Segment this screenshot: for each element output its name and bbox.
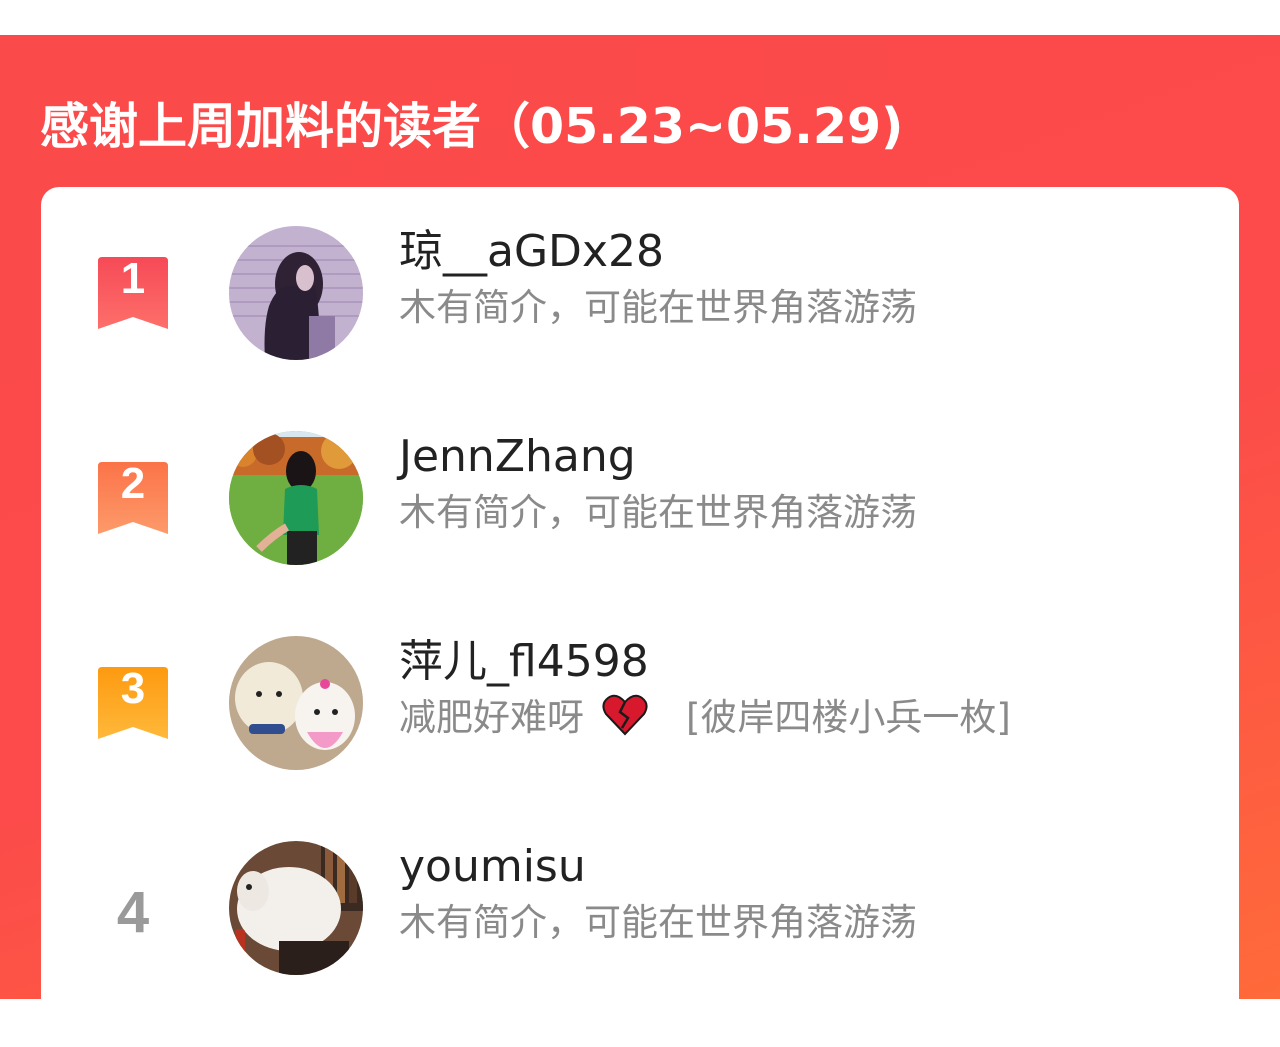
rank-ribbon-badge: 1 <box>98 257 168 329</box>
bio-tag: [彼岸四楼小兵一枚] <box>686 696 1011 739</box>
reader-row[interactable]: 4 youmisu 木有简介，可能在世界角落游荡 <box>41 835 1239 975</box>
avatar-dogs-image <box>229 636 363 770</box>
broken-heart-icon <box>602 694 648 736</box>
reader-row[interactable]: 1 琼__aGDx28 木有简介，可能在世界角落游荡 <box>41 220 1239 360</box>
top-strip <box>0 0 1280 35</box>
reader-name[interactable]: youmisu <box>399 839 586 895</box>
reader-bio: 木有简介，可能在世界角落游荡 <box>399 286 917 329</box>
rank-number: 1 <box>120 254 146 303</box>
avatar-white-dog-image <box>229 841 363 975</box>
reader-bio: 减肥好难呀 [彼岸四楼小兵一枚] <box>399 694 1011 742</box>
thanks-banner: 感谢上周加料的读者（05.23~05.29) 1 琼__aGDx28 木有简介，… <box>0 35 1280 1047</box>
avatar-girl-purple-image <box>229 226 363 360</box>
reader-name[interactable]: 琼__aGDx28 <box>399 224 664 280</box>
banner-title: 感谢上周加料的读者（05.23~05.29) <box>40 98 904 155</box>
rank-ribbon-badge: 2 <box>98 462 168 534</box>
rank-number: 2 <box>120 459 146 508</box>
reader-list-card: 1 琼__aGDx28 木有简介，可能在世界角落游荡 2 JennZhang 木… <box>41 187 1239 1047</box>
reader-name[interactable]: 萍儿_fl4598 <box>399 634 649 690</box>
reader-row[interactable]: 3 萍儿_fl4598 减肥好难呀 [彼岸四楼小兵一枚] <box>41 630 1239 770</box>
avatar[interactable] <box>229 431 363 565</box>
rank-number: 4 <box>116 880 150 945</box>
avatar[interactable] <box>229 226 363 360</box>
avatar-girl-green-field-image <box>229 431 363 565</box>
avatar[interactable] <box>229 636 363 770</box>
avatar[interactable] <box>229 841 363 975</box>
bio-text: 减肥好难呀 <box>399 696 584 739</box>
rank-number: 3 <box>120 664 146 713</box>
reader-row[interactable]: 2 JennZhang 木有简介，可能在世界角落游荡 <box>41 425 1239 565</box>
rank-ribbon-badge: 3 <box>98 667 168 739</box>
reader-bio: 木有简介，可能在世界角落游荡 <box>399 901 917 944</box>
reader-name[interactable]: JennZhang <box>399 429 636 485</box>
reader-bio: 木有简介，可能在世界角落游荡 <box>399 491 917 534</box>
